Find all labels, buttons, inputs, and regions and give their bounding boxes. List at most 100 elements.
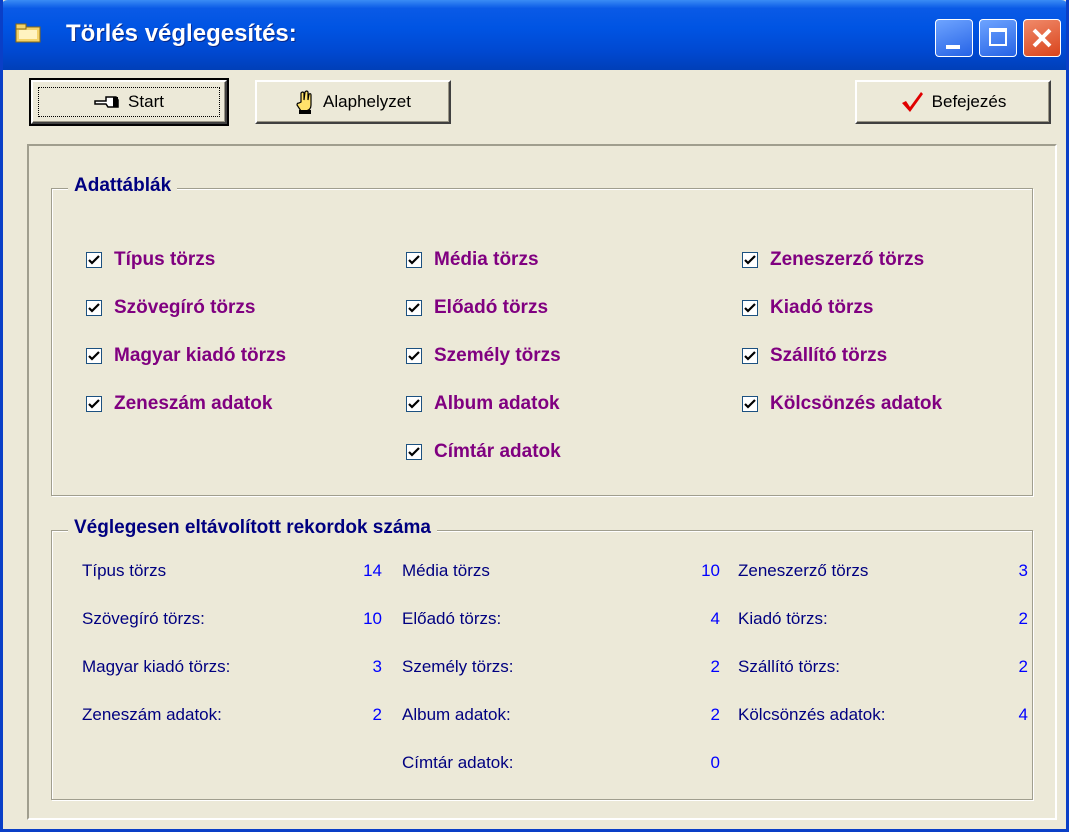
check-icon: [88, 399, 100, 409]
checkbox[interactable]: [742, 252, 758, 268]
checkbox-item[interactable]: Szövegíró törzs: [86, 297, 255, 319]
checkbox[interactable]: [406, 300, 422, 316]
checkbox-item[interactable]: Zeneszám adatok: [86, 393, 272, 415]
checkbox-label[interactable]: Szállító törzs: [770, 345, 887, 367]
checkbox-label[interactable]: Zeneszám adatok: [114, 393, 272, 415]
record-label: Média törzs: [402, 561, 490, 580]
check-icon: [408, 255, 420, 265]
checkbox-item[interactable]: Szállító törzs: [742, 345, 887, 367]
window-title: Törlés véglegesítés:: [66, 20, 297, 47]
content-panel: Adattáblák Típus törzs Szövegíró törzs Mag…: [27, 144, 1057, 820]
checkbox-item[interactable]: Kiadó törzs: [742, 297, 873, 319]
record-count: 0: [710, 753, 720, 772]
checkbox[interactable]: [86, 300, 102, 316]
focus-rectangle: [38, 87, 220, 117]
checkbox[interactable]: [406, 252, 422, 268]
checkbox-item[interactable]: Személy törzs: [406, 345, 561, 367]
checkbox-item[interactable]: Magyar kiadó törzs: [86, 345, 286, 367]
records-groupbox: Véglegesen eltávolított rekordok száma T…: [51, 517, 1033, 800]
maximize-button[interactable]: [979, 19, 1017, 57]
raised-hand-icon: [296, 90, 312, 114]
check-icon: [408, 351, 420, 361]
close-button[interactable]: [1023, 19, 1061, 57]
check-icon: [408, 303, 420, 313]
record-count: 14: [363, 561, 382, 580]
checkbox-label[interactable]: Szövegíró törzs: [114, 297, 255, 319]
checkbox-item[interactable]: Zeneszerző törzs: [742, 249, 924, 271]
check-icon: [744, 255, 756, 265]
minimize-icon: [946, 45, 960, 49]
check-icon: [408, 399, 420, 409]
checkbox-label[interactable]: Típus törzs: [114, 249, 215, 271]
checkbox[interactable]: [742, 348, 758, 364]
check-icon: [744, 399, 756, 409]
tables-groupbox: Adattáblák Típus törzs Szövegíró törzs Mag…: [51, 175, 1033, 496]
checkbox-item[interactable]: Címtár adatok: [406, 441, 561, 463]
record-count: 2: [1018, 609, 1028, 628]
record-count: 2: [372, 705, 382, 724]
record-label: Album adatok:: [402, 705, 511, 724]
record-count: 4: [1018, 705, 1028, 724]
maximize-icon: [989, 28, 1007, 46]
minimize-button[interactable]: [935, 19, 973, 57]
checkbox-label[interactable]: Személy törzs: [434, 345, 561, 367]
records-group-title: Véglegesen eltávolított rekordok száma: [68, 517, 437, 539]
checkbox-item[interactable]: Kölcsönzés adatok: [742, 393, 942, 415]
record-label: Magyar kiadó törzs:: [82, 657, 231, 676]
record-count: 3: [372, 657, 382, 676]
check-icon: [88, 255, 100, 265]
record-label: Személy törzs:: [402, 657, 514, 676]
record-label: Zeneszerző törzs: [738, 561, 869, 580]
record-label: Kiadó törzs:: [738, 609, 828, 628]
checkbox-item[interactable]: Típus törzs: [86, 249, 215, 271]
checkbox-item[interactable]: Média törzs: [406, 249, 539, 271]
checkbox-label[interactable]: Kölcsönzés adatok: [770, 393, 942, 415]
record-label: Címtár adatok:: [402, 753, 514, 772]
checkbox-label[interactable]: Előadó törzs: [434, 297, 548, 319]
record-label: Szállító törzs:: [738, 657, 841, 676]
checkbox-label[interactable]: Kiadó törzs: [770, 297, 873, 319]
record-count: 4: [710, 609, 720, 628]
record-label: Előadó törzs:: [402, 609, 502, 628]
checkbox[interactable]: [406, 396, 422, 412]
checkbox-label[interactable]: Zeneszerző törzs: [770, 249, 924, 271]
checkbox-item[interactable]: Album adatok: [406, 393, 560, 415]
check-icon: [408, 447, 420, 457]
record-count: 3: [1018, 561, 1028, 580]
dialog-window: Törlés véglegesítés: Start Alaphelyzet B…: [0, 0, 1069, 832]
reset-button[interactable]: Alaphelyzet: [255, 80, 451, 124]
title-bar[interactable]: Törlés véglegesítés:: [3, 0, 1066, 70]
record-label: Típus törzs: [82, 561, 167, 580]
checkbox[interactable]: [86, 396, 102, 412]
check-icon: [88, 351, 100, 361]
checkbox[interactable]: [742, 396, 758, 412]
finish-button[interactable]: Befejezés: [855, 80, 1051, 124]
checkbox-label[interactable]: Média törzs: [434, 249, 539, 271]
checkmark-icon: [901, 92, 923, 112]
checkbox-label[interactable]: Magyar kiadó törzs: [114, 345, 286, 367]
checkbox[interactable]: [742, 300, 758, 316]
checkbox-label[interactable]: Album adatok: [434, 393, 560, 415]
finish-label: Befejezés: [931, 92, 1007, 111]
checkbox[interactable]: [406, 444, 422, 460]
close-icon: [1032, 28, 1052, 48]
checkbox[interactable]: [86, 252, 102, 268]
record-count: 10: [363, 609, 382, 628]
check-icon: [744, 303, 756, 313]
record-label: Kölcsönzés adatok:: [738, 705, 886, 724]
checkbox[interactable]: [86, 348, 102, 364]
checkbox[interactable]: [406, 348, 422, 364]
folder-icon: [15, 23, 41, 43]
record-label: Zeneszám adatok:: [82, 705, 222, 724]
record-count: 10: [701, 561, 720, 580]
start-button[interactable]: Start: [29, 78, 229, 126]
record-label: Szövegíró törzs:: [82, 609, 205, 628]
record-count: 2: [1018, 657, 1028, 676]
reset-label: Alaphelyzet: [323, 92, 411, 111]
checkbox-item[interactable]: Előadó törzs: [406, 297, 548, 319]
record-count: 2: [710, 705, 720, 724]
tables-group-title: Adattáblák: [68, 175, 178, 197]
check-icon: [88, 303, 100, 313]
check-icon: [744, 351, 756, 361]
checkbox-label[interactable]: Címtár adatok: [434, 441, 561, 463]
